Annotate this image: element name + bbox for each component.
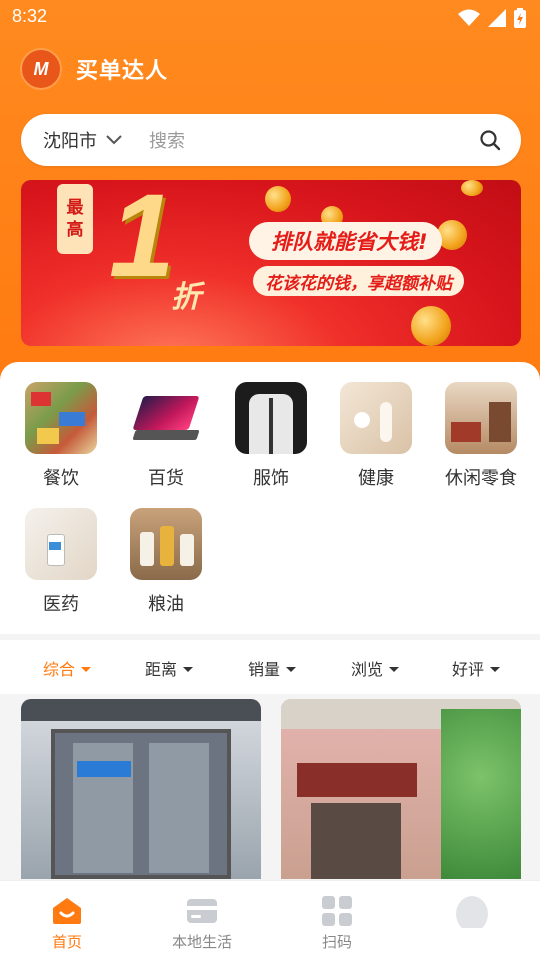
chevron-down-icon — [106, 135, 122, 145]
app-logo: M — [20, 48, 62, 90]
caret-down-icon — [286, 666, 297, 672]
app-name: 买单达人 — [76, 59, 169, 84]
home-icon — [53, 898, 81, 924]
category-general[interactable]: 百货 — [114, 382, 218, 490]
caret-down-icon — [183, 666, 194, 672]
filter-rating[interactable]: 好评 — [452, 656, 501, 680]
tab-home[interactable]: 首页 — [22, 895, 112, 952]
status-bar: 8:32 — [0, 0, 540, 36]
category-card: 餐饮 百货 服饰 健康 休闲零食 医药 粮油 — [0, 362, 540, 634]
promo-banner[interactable]: 最高 1 折 排队就能省大钱! 花该花的钱，享超额补贴 — [21, 180, 521, 346]
filter-distance[interactable]: 距离 — [145, 656, 194, 680]
wifi-icon — [458, 9, 480, 26]
category-food[interactable]: 餐饮 — [9, 382, 113, 490]
search-bar[interactable]: 沈阳市 搜索 — [21, 114, 521, 166]
filter-views[interactable]: 浏览 — [351, 656, 400, 680]
city-selector[interactable]: 沈阳市 — [43, 127, 123, 153]
category-snacks[interactable]: 休闲零食 — [429, 382, 533, 490]
status-time: 8:32 — [12, 6, 48, 26]
pink-building-storefront — [281, 699, 521, 879]
snack-shop-image — [445, 382, 517, 454]
tab-label: 首页 — [51, 933, 82, 951]
category-clothing[interactable]: 服饰 — [219, 382, 323, 490]
category-label: 健康 — [358, 468, 394, 489]
category-label: 餐饮 — [43, 468, 79, 489]
tab-local-life[interactable]: 本地生活 — [157, 895, 247, 952]
category-label: 休闲零食 — [445, 468, 517, 489]
profile-icon — [456, 896, 488, 928]
tab-scan[interactable]: 扫码 — [292, 895, 382, 952]
caret-down-icon — [490, 666, 501, 672]
grid-icon — [322, 896, 352, 926]
banner-big-number: 1 — [109, 180, 175, 302]
medicine-image — [25, 508, 97, 580]
bottom-tab-bar: 首页 本地生活 扫码 — [0, 880, 540, 961]
glass-door-storefront — [21, 699, 261, 879]
category-label: 粮油 — [148, 594, 184, 615]
jewelry-image — [340, 382, 412, 454]
tab-profile[interactable] — [427, 895, 517, 931]
category-grain-oil[interactable]: 粮油 — [114, 508, 218, 616]
search-icon[interactable] — [479, 129, 501, 151]
category-label: 医药 — [43, 594, 79, 615]
filter-sales[interactable]: 销量 — [248, 656, 297, 680]
food-image — [25, 382, 97, 454]
shop-card[interactable] — [21, 699, 261, 879]
signal-icon — [488, 9, 506, 27]
laptop-image — [130, 382, 202, 454]
category-label: 服饰 — [253, 468, 289, 489]
shop-card[interactable] — [281, 699, 521, 879]
app-brand: M 买单达人 — [20, 48, 168, 90]
banner-unit: 折 — [171, 280, 201, 315]
jacket-image — [235, 382, 307, 454]
tab-label: 本地生活 — [171, 933, 232, 951]
category-health[interactable]: 健康 — [324, 382, 428, 490]
banner-badge: 最高 — [57, 184, 93, 254]
battery-icon — [514, 8, 526, 28]
search-input[interactable]: 搜索 — [149, 127, 479, 153]
banner-subtitle: 花该花的钱，享超额补贴 — [253, 266, 464, 296]
city-label: 沈阳市 — [43, 131, 97, 152]
filter-comprehensive[interactable]: 综合 — [43, 656, 92, 680]
card-icon — [187, 899, 217, 923]
banner-slogan: 排队就能省大钱! — [249, 222, 442, 260]
tab-label: 扫码 — [321, 933, 352, 951]
category-medicine[interactable]: 医药 — [9, 508, 113, 616]
oil-bottles-image — [130, 508, 202, 580]
sort-filter-bar: 综合 距离 销量 浏览 好评 — [0, 640, 540, 694]
category-label: 百货 — [148, 468, 184, 489]
caret-down-icon — [81, 666, 92, 672]
caret-down-icon — [389, 666, 400, 672]
